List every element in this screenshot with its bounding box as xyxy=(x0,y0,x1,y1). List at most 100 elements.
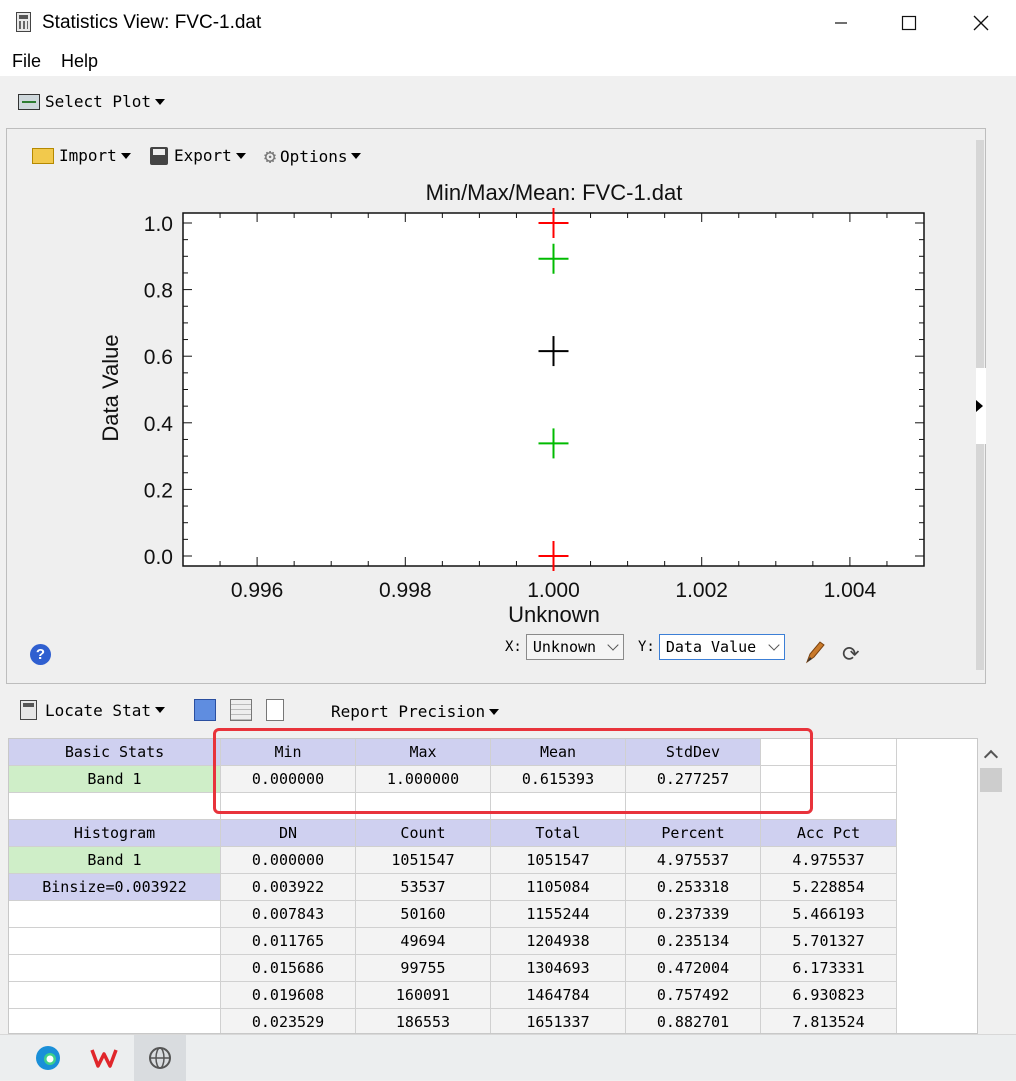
histogram-value[interactable]: 1651337 xyxy=(491,1009,626,1033)
taskbar xyxy=(0,1034,1016,1081)
x-tick-label: 0.998 xyxy=(379,579,432,602)
histogram-value[interactable]: 53537 xyxy=(356,874,491,901)
histogram-value[interactable]: 1204938 xyxy=(491,928,626,955)
histogram-value[interactable]: 0.235134 xyxy=(626,928,761,955)
histogram-value[interactable]: 0.019608 xyxy=(221,982,356,1009)
minimize-button[interactable] xyxy=(806,0,876,46)
import-button[interactable]: Import xyxy=(32,146,131,165)
histogram-value[interactable]: 1155244 xyxy=(491,901,626,928)
menu-bar: File Help xyxy=(0,46,1016,76)
table-cell-empty[interactable] xyxy=(9,901,221,928)
maximize-icon xyxy=(901,15,917,31)
histogram-value[interactable]: 99755 xyxy=(356,955,491,982)
y-axis-label: Data Value xyxy=(98,334,123,441)
table-cell-empty[interactable] xyxy=(9,1009,221,1033)
locate-stat-button[interactable]: Locate Stat xyxy=(20,700,165,720)
chevron-down-icon xyxy=(768,639,780,651)
histogram-column-header[interactable]: DN xyxy=(221,820,356,847)
histogram-value[interactable]: 7.813524 xyxy=(761,1009,897,1033)
basic-stats-header[interactable]: Basic Stats xyxy=(9,739,221,766)
histogram-value[interactable]: 5.228854 xyxy=(761,874,897,901)
histogram-value[interactable]: 160091 xyxy=(356,982,491,1009)
report-precision-button[interactable]: Report Precision xyxy=(331,702,500,721)
help-icon[interactable]: ? xyxy=(30,644,51,665)
histogram-value[interactable]: 186553 xyxy=(356,1009,491,1033)
histogram-value[interactable]: 0.023529 xyxy=(221,1009,356,1033)
menu-file[interactable]: File xyxy=(12,51,41,72)
export-button[interactable]: Export xyxy=(150,146,246,165)
x-axis-selector-label: X: xyxy=(505,639,522,655)
grid-view-icon[interactable] xyxy=(230,699,252,721)
histogram-value[interactable]: 5.701327 xyxy=(761,928,897,955)
histogram-value[interactable]: 4.975537 xyxy=(761,847,897,874)
maximize-button[interactable] xyxy=(874,0,944,46)
histogram-column-header[interactable]: Total xyxy=(491,820,626,847)
x-tick-label: 1.002 xyxy=(675,579,728,602)
edge-browser-icon[interactable] xyxy=(22,1035,74,1081)
histogram-column-header[interactable]: Percent xyxy=(626,820,761,847)
histogram-value[interactable]: 0.000000 xyxy=(221,847,356,874)
table-cell-empty[interactable] xyxy=(9,982,221,1009)
plot-area: 0.996 0.998 1.000 1.002 1.004 0.0 0.2 0.4 0.6 0.8… xyxy=(144,207,925,602)
close-button[interactable] xyxy=(946,0,1016,46)
histogram-value[interactable]: 0.237339 xyxy=(626,901,761,928)
histogram-value[interactable]: 0.015686 xyxy=(221,955,356,982)
histogram-value[interactable]: 6.173331 xyxy=(761,955,897,982)
caret-down-icon xyxy=(489,708,500,715)
histogram-value[interactable]: 0.757492 xyxy=(626,982,761,1009)
highlight-box xyxy=(213,728,813,814)
histogram-value[interactable]: 49694 xyxy=(356,928,491,955)
histogram-value[interactable]: 0.011765 xyxy=(221,928,356,955)
y-axis-dropdown[interactable]: Data Value xyxy=(658,634,785,660)
table-cell-empty[interactable] xyxy=(9,928,221,955)
chevron-down-icon xyxy=(607,639,619,651)
histogram-value[interactable]: 50160 xyxy=(356,901,491,928)
envi-app-icon[interactable] xyxy=(134,1035,186,1081)
table-cell-empty[interactable] xyxy=(9,793,221,820)
copy-icon[interactable] xyxy=(266,699,284,721)
histogram-value[interactable]: 4.975537 xyxy=(626,847,761,874)
histogram-value[interactable]: 1304693 xyxy=(491,955,626,982)
binsize-label[interactable]: Binsize=0.003922 xyxy=(9,874,221,901)
y-axis-selector-label: Y: xyxy=(638,639,655,655)
histogram-column-header[interactable]: Acc Pct xyxy=(761,820,897,847)
y-tick-label: 0.2 xyxy=(144,479,173,502)
histogram-value[interactable]: 1464784 xyxy=(491,982,626,1009)
histogram-value[interactable]: 0.253318 xyxy=(626,874,761,901)
wps-office-icon[interactable] xyxy=(78,1035,130,1081)
calculator-icon xyxy=(16,12,31,32)
histogram-value[interactable]: 0.882701 xyxy=(626,1009,761,1033)
menu-help[interactable]: Help xyxy=(61,51,98,72)
chart-title: Min/Max/Mean: FVC-1.dat xyxy=(426,180,683,205)
histogram-value[interactable]: 1051547 xyxy=(356,847,491,874)
taskbar-app-partial[interactable] xyxy=(0,1035,10,1081)
scroll-thumb[interactable] xyxy=(980,768,1002,792)
histogram-value[interactable]: 0.007843 xyxy=(221,901,356,928)
x-tick-label: 1.000 xyxy=(527,579,580,602)
histogram-value[interactable]: 5.466193 xyxy=(761,901,897,928)
band-label[interactable]: Band 1 xyxy=(9,847,221,874)
table-cell-empty[interactable] xyxy=(9,955,221,982)
pencil-icon[interactable] xyxy=(804,640,826,664)
histogram-value[interactable]: 6.930823 xyxy=(761,982,897,1009)
y-axis-selector: Y: Data Value xyxy=(638,633,785,661)
view-table-icon[interactable] xyxy=(194,699,216,721)
y-tick-label: 0.6 xyxy=(144,346,173,369)
histogram-header[interactable]: Histogram xyxy=(9,820,221,847)
refresh-icon[interactable]: ⟳ xyxy=(842,642,860,667)
histogram-value[interactable]: 0.003922 xyxy=(221,874,356,901)
stats-toolbar: Locate Stat Report Precision xyxy=(0,692,1016,732)
minimize-icon xyxy=(835,22,847,24)
locate-stat-label: Locate Stat xyxy=(45,700,151,720)
histogram-column-header[interactable]: Count xyxy=(356,820,491,847)
options-button[interactable]: ⚙ Options xyxy=(264,146,362,166)
band-label[interactable]: Band 1 xyxy=(9,766,221,793)
options-label: Options xyxy=(280,146,348,166)
expand-arrow-icon[interactable] xyxy=(976,400,983,412)
x-axis-dropdown[interactable]: Unknown xyxy=(525,634,624,660)
y-tick-label: 0.4 xyxy=(144,413,174,436)
select-plot-button[interactable]: Select Plot xyxy=(18,92,165,111)
histogram-value[interactable]: 0.472004 xyxy=(626,955,761,982)
histogram-value[interactable]: 1051547 xyxy=(491,847,626,874)
histogram-value[interactable]: 1105084 xyxy=(491,874,626,901)
